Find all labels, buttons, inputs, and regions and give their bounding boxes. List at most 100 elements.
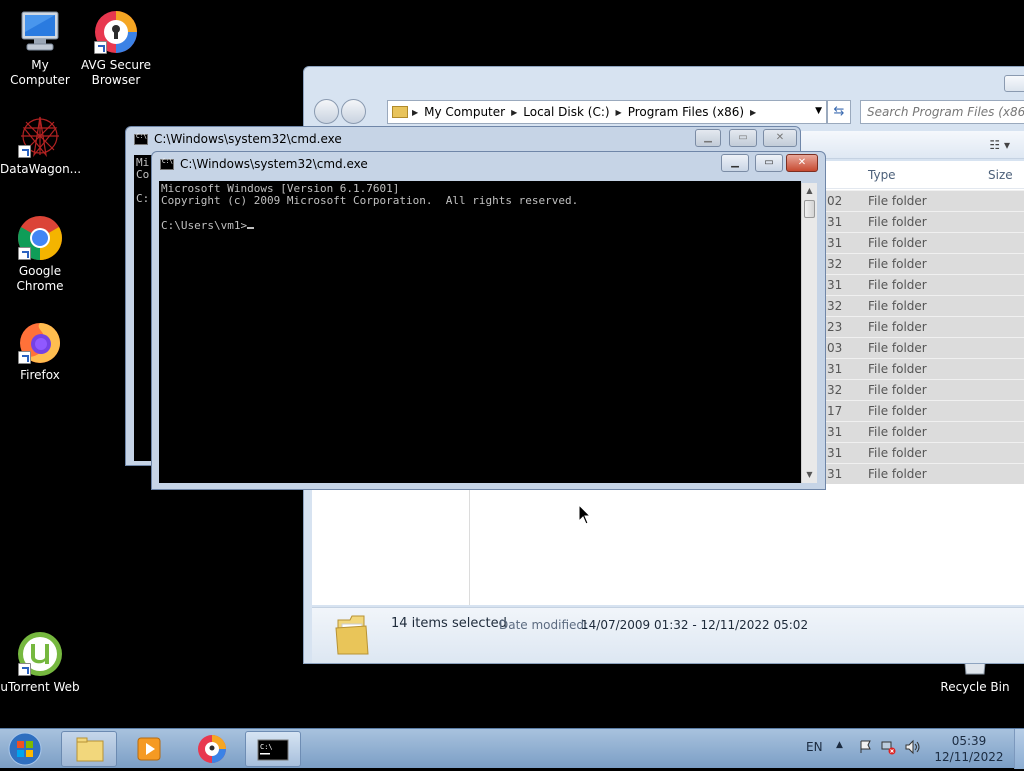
window-title: C:\Windows\system32\cmd.exe [134, 132, 342, 146]
utorrent-icon [16, 630, 64, 678]
shortcut-arrow-icon [18, 351, 31, 364]
network-icon[interactable] [880, 739, 896, 758]
volume-icon[interactable] [904, 739, 922, 758]
row-date-modified: 03 [827, 341, 843, 355]
desktop-icon-label: DataWagon... [0, 162, 82, 176]
scroll-down-icon[interactable]: ▼ [802, 467, 817, 483]
scrollbar-thumb[interactable] [804, 200, 815, 218]
row-type: File folder [868, 320, 927, 334]
console-text: Microsoft Windows [Version 6.1.7601] Cop… [161, 182, 579, 232]
breadcrumb-my-computer[interactable]: My Computer [424, 105, 505, 119]
refresh-icon: ⇆ [833, 104, 845, 119]
row-type: File folder [868, 425, 927, 439]
cmd-icon: C:\ [257, 739, 289, 761]
row-type: File folder [868, 446, 927, 460]
search-input[interactable]: Search Program Files (x86) [860, 100, 1024, 124]
my-computer-desktop-icon[interactable]: My Computer [0, 8, 80, 88]
row-type: File folder [868, 257, 927, 271]
taskbar-media-player-button[interactable] [122, 731, 178, 767]
close-button[interactable]: ✕ [786, 154, 818, 172]
breadcrumb-program-files[interactable]: Program Files (x86) [628, 105, 744, 119]
breadcrumb-arrow-icon: ▶ [412, 107, 419, 117]
windows-logo-icon [8, 732, 42, 766]
scroll-up-icon[interactable]: ▲ [802, 183, 817, 199]
row-date-modified: 32 [827, 383, 843, 397]
start-button[interactable] [3, 731, 47, 767]
close-button[interactable]: ✕ [763, 129, 797, 147]
taskbar: C:\ EN ▲ 05:39 12/11/2022 [0, 728, 1024, 769]
taskbar-avg-browser-button[interactable] [184, 731, 240, 767]
system-clock[interactable]: 05:39 12/11/2022 [925, 733, 1013, 765]
selection-count: 14 items selected [391, 616, 507, 631]
clock-time: 05:39 [951, 734, 987, 748]
row-date-modified: 02 [827, 194, 843, 208]
row-type: File folder [868, 467, 927, 481]
google-chrome-desktop-icon[interactable]: Google Chrome [0, 214, 80, 294]
row-date-modified: 17 [827, 404, 843, 418]
minimize-button[interactable]: ▁ [695, 129, 721, 147]
breadcrumb-arrow-icon: ▶ [615, 107, 622, 117]
column-size[interactable]: Size [988, 168, 1013, 182]
cmd-title-text: C:\Windows\system32\cmd.exe [180, 157, 368, 171]
address-bar[interactable]: ▶ My Computer ▶ Local Disk (C:) ▶ Progra… [387, 100, 827, 124]
avg-browser-icon [198, 735, 226, 763]
desktop-icon-label: AVG Secure Browser [80, 58, 152, 87]
row-date-modified: 31 [827, 362, 843, 376]
cmd-icon [160, 158, 174, 170]
minimize-button[interactable]: ▁ [721, 154, 749, 172]
date-modified-label: Date modified: [499, 618, 589, 632]
shortcut-arrow-icon [94, 41, 107, 54]
row-date-modified: 31 [827, 215, 843, 229]
row-type: File folder [868, 383, 927, 397]
desktop-icon-label: Recycle Bin [940, 680, 1010, 694]
desktop: My Computer AVG Secure Browser DataWagon… [0, 0, 1024, 728]
datawagon-desktop-icon[interactable]: DataWagon... [0, 112, 82, 177]
firefox-desktop-icon[interactable]: Firefox [0, 318, 80, 383]
maximize-button[interactable]: ▭ [729, 129, 757, 147]
row-date-modified: 31 [827, 467, 843, 481]
computer-icon [16, 8, 64, 56]
row-type: File folder [868, 299, 927, 313]
folder-icon [392, 106, 408, 118]
action-center-icon[interactable] [858, 739, 874, 758]
row-type: File folder [868, 236, 927, 250]
cmd-title-text: C:\Windows\system32\cmd.exe [154, 132, 342, 146]
utorrent-web-desktop-icon[interactable]: uTorrent Web [0, 630, 80, 695]
cmd-icon [134, 133, 148, 145]
column-type[interactable]: Type [868, 168, 896, 182]
breadcrumb-arrow-icon: ▶ [750, 107, 757, 117]
refresh-button[interactable]: ⇆ [827, 100, 851, 124]
taskbar-explorer-button[interactable] [61, 731, 117, 767]
show-hidden-icons-icon[interactable]: ▲ [836, 740, 843, 750]
avg-browser-desktop-icon[interactable]: AVG Secure Browser [76, 8, 156, 88]
console-output[interactable]: Microsoft Windows [Version 6.1.7601] Cop… [159, 181, 801, 483]
back-button[interactable] [314, 99, 339, 124]
chrome-icon [16, 214, 64, 262]
details-pane: 14 items selected Date modified: 14/07/2… [312, 607, 1024, 663]
view-options-icon[interactable]: ☷ ▾ [989, 138, 1010, 152]
cmd-window-foreground[interactable]: C:\Windows\system32\cmd.exe ▁ ▭ ✕ Micros… [151, 151, 826, 490]
row-type: File folder [868, 341, 927, 355]
row-date-modified: 31 [827, 425, 843, 439]
desktop-icon-label: Firefox [20, 368, 60, 382]
language-indicator[interactable]: EN [806, 740, 823, 754]
desktop-icon-label: My Computer [10, 58, 70, 87]
address-dropdown-icon[interactable]: ▼ [815, 106, 822, 116]
breadcrumb-local-disk[interactable]: Local Disk (C:) [523, 105, 609, 119]
show-desktop-button[interactable] [1014, 729, 1024, 769]
breadcrumb-arrow-icon: ▶ [511, 107, 518, 117]
row-type: File folder [868, 278, 927, 292]
maximize-button[interactable]: ▭ [755, 154, 783, 172]
forward-button[interactable] [341, 99, 366, 124]
desktop-icon-label: uTorrent Web [0, 680, 80, 694]
taskbar-cmd-button[interactable]: C:\ [245, 731, 301, 767]
row-type: File folder [868, 194, 927, 208]
row-date-modified: 32 [827, 299, 843, 313]
row-type: File folder [868, 215, 927, 229]
console-scrollbar[interactable]: ▲ ▼ [801, 183, 817, 483]
shortcut-arrow-icon [18, 663, 31, 676]
row-date-modified: 23 [827, 320, 843, 334]
minimize-button[interactable] [1004, 75, 1024, 92]
row-type: File folder [868, 362, 927, 376]
firefox-icon [16, 318, 64, 366]
